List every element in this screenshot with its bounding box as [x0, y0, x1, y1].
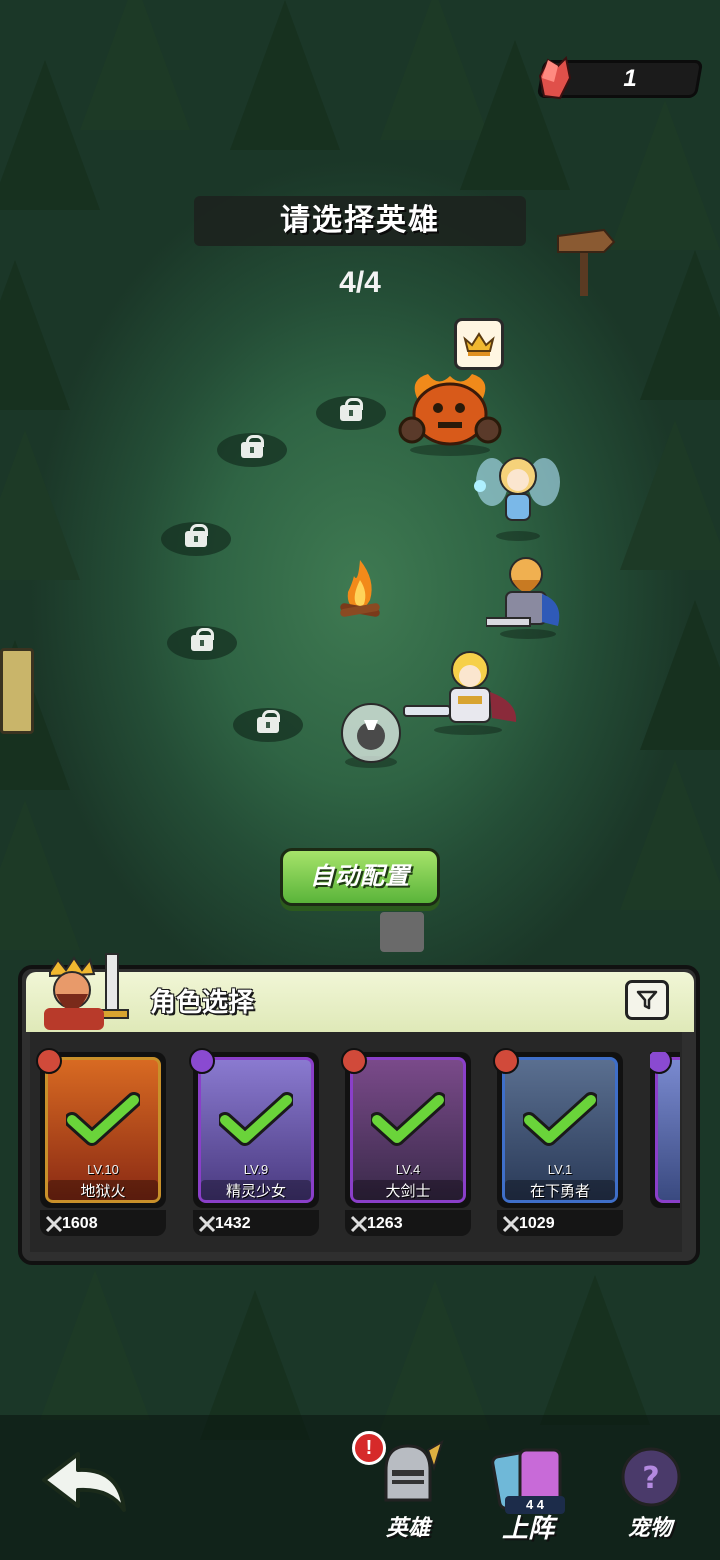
hero-card[interactable]: LV.4 大剑士 1263 [341, 1048, 471, 1238]
tree [620, 420, 720, 570]
stone-marker [380, 912, 424, 952]
back-arrow-icon[interactable] [40, 1450, 130, 1520]
campfire-icon [340, 560, 380, 617]
crossed-swords-icon [502, 1215, 520, 1233]
card-name: 地狱火 [48, 1180, 158, 1200]
gem-icon [538, 56, 572, 100]
selected-count: 4/4 [339, 266, 381, 299]
pet-bubble[interactable] [338, 700, 404, 770]
tree [540, 1275, 650, 1425]
locked-slot[interactable] [167, 626, 237, 660]
crossed-swords-icon [45, 1215, 63, 1233]
card-level: LV.1 [547, 1162, 573, 1177]
filter-icon [636, 990, 658, 1010]
hero-fairy[interactable] [470, 446, 566, 542]
tree [0, 800, 80, 950]
filter-button[interactable] [625, 980, 669, 1020]
hero-hellfire[interactable] [398, 370, 502, 456]
card-level: LV.9 [243, 1162, 269, 1177]
hero-great-swordsman[interactable] [486, 552, 570, 640]
strength-type-icon [341, 1048, 367, 1074]
signpost-icon [557, 228, 616, 296]
lock-icon [340, 398, 363, 421]
lock-icon [257, 710, 280, 733]
check-icon [219, 1092, 293, 1146]
lock-icon [241, 435, 264, 458]
locked-slot[interactable] [161, 522, 231, 556]
panel-title: 角色选择 [150, 987, 255, 1017]
tree [0, 430, 80, 580]
locked-slot[interactable] [233, 708, 303, 742]
card-power: 1263 [367, 1215, 403, 1232]
hero-brave[interactable] [402, 648, 526, 736]
locked-slot[interactable] [316, 396, 386, 430]
gem-count: 1 [623, 65, 637, 92]
nav-heroes-label: 英雄 [385, 1515, 430, 1540]
tree [610, 100, 720, 250]
card-name: 大剑士 [353, 1180, 463, 1200]
lock-icon [185, 524, 208, 547]
card-power: 1608 [62, 1215, 98, 1232]
tree [620, 760, 720, 910]
card-power: 1029 [519, 1215, 555, 1232]
tree [0, 260, 70, 410]
side-panel-tab[interactable] [0, 648, 34, 734]
nav-deploy[interactable]: 上阵 [478, 1430, 578, 1550]
king-mascot-icon [44, 953, 129, 1030]
tree [640, 600, 720, 750]
tree [80, 0, 190, 130]
check-icon [66, 1092, 140, 1146]
check-icon [371, 1092, 445, 1146]
locked-slot[interactable] [217, 433, 287, 467]
card-power: 1432 [215, 1215, 251, 1232]
hero-card[interactable]: LV.9 精灵少女 1432 [189, 1048, 319, 1238]
crossed-swords-icon [198, 1215, 216, 1233]
hero-card[interactable]: LV.1 在下勇者 1029 [493, 1048, 623, 1238]
nav-pets[interactable]: ? 宠物 [600, 1430, 700, 1550]
tree [380, 1280, 490, 1430]
auto-config-button[interactable]: 自动配置 [280, 848, 440, 906]
card-name: 精灵少女 [201, 1180, 311, 1200]
hero-card[interactable]: LV.10 地狱火 1608 [36, 1048, 166, 1238]
crown-icon [463, 332, 495, 356]
magic-type-icon [189, 1048, 215, 1074]
strength-type-icon [36, 1048, 62, 1074]
tree [40, 1270, 150, 1420]
pet-orb-icon: ? [621, 1447, 681, 1507]
page-title: 请选择英雄 [280, 204, 440, 237]
card-level: LV.10 [87, 1162, 119, 1177]
nav-pets-label: 宠物 [627, 1515, 672, 1540]
tree [640, 250, 720, 400]
leader-crown-bubble [454, 318, 504, 370]
strength-type-icon [493, 1048, 519, 1074]
deploy-count-badge: 4 4 [505, 1496, 565, 1514]
crossed-swords-icon [350, 1215, 368, 1233]
check-icon [523, 1092, 597, 1146]
card-name: 在下勇者 [505, 1180, 615, 1200]
alert-badge: ! [352, 1431, 386, 1465]
hero-card-partial[interactable] [650, 1052, 680, 1238]
svg-text:?: ? [642, 1461, 659, 1496]
lock-icon [191, 628, 214, 651]
card-level: LV.4 [395, 1162, 421, 1177]
tree [230, 0, 340, 150]
